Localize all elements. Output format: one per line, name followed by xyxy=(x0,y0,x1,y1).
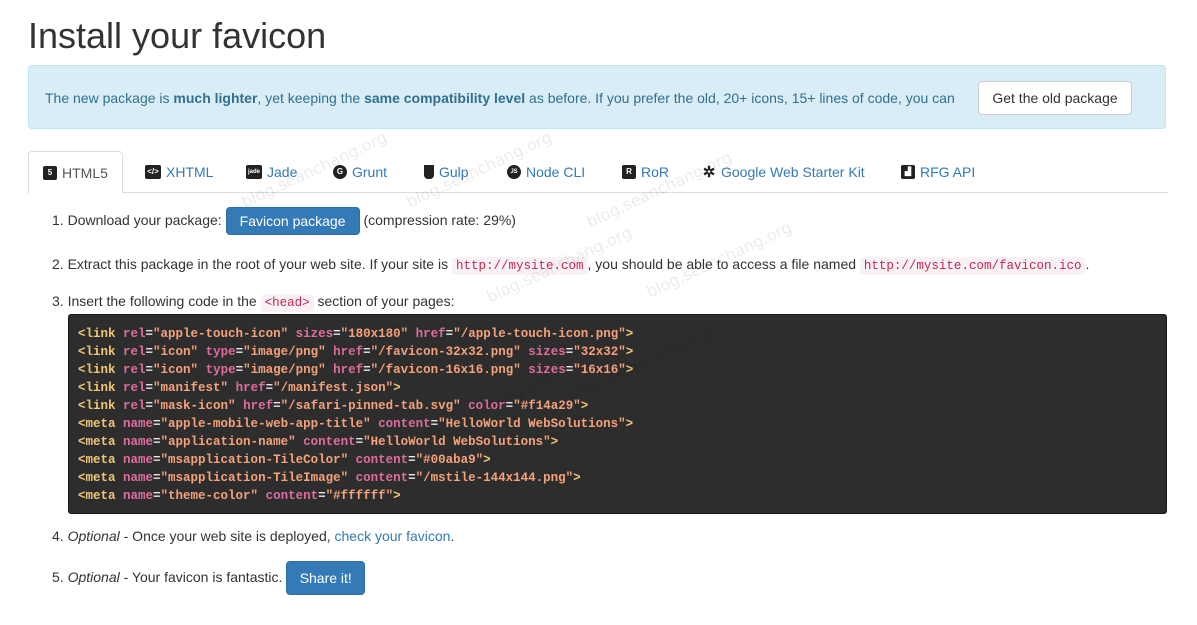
step-5: 5. Optional - Your favicon is fantastic.… xyxy=(52,560,366,596)
code-line: <meta name="msapplication-TileColor" con… xyxy=(78,453,491,467)
html5-icon: 5 xyxy=(43,165,57,180)
alert-message: The new package is much lighter, yet kee… xyxy=(45,90,955,106)
favicon-url-code: http://mysite.com/favicon.ico xyxy=(859,257,1086,275)
step-1: 1. Download your package: Favicon packag… xyxy=(52,206,516,236)
page-title: Install your favicon xyxy=(28,15,327,56)
code-snippet[interactable]: <link rel="apple-touch-icon" sizes="180x… xyxy=(68,314,1167,514)
tab-rfg-api[interactable]: ▟ RFG API xyxy=(901,151,975,193)
get-old-package-button[interactable]: Get the old package xyxy=(978,81,1132,115)
code-line: <link rel="icon" type="image/png" href="… xyxy=(78,345,634,359)
code-line: <meta name="application-name" content="H… xyxy=(78,435,559,449)
api-icon: ▟ xyxy=(901,165,915,179)
nodejs-icon: JS xyxy=(507,165,521,179)
platform-tabs: 5 HTML5 </> XHTML jade Jade G Grunt Gulp… xyxy=(28,151,1168,194)
share-button[interactable]: Share it! xyxy=(286,561,366,596)
tab-html5[interactable]: 5 HTML5 xyxy=(28,151,123,194)
code-line: <meta name="theme-color" content="#fffff… xyxy=(78,489,401,503)
xhtml-icon: </> xyxy=(145,165,161,179)
jade-icon: jade xyxy=(246,165,262,179)
head-tag-code: <head> xyxy=(260,294,314,312)
check-favicon-link[interactable]: check your favicon xyxy=(335,528,451,544)
code-line: <link rel="apple-touch-icon" sizes="180x… xyxy=(78,327,634,341)
step-3: 3. Insert the following code in the <hea… xyxy=(52,293,455,312)
step-4: 4. Optional - Once your web site is depl… xyxy=(52,528,455,544)
code-line: <meta name="apple-mobile-web-app-title" … xyxy=(78,417,634,431)
code-line: <meta name="msapplication-TileImage" con… xyxy=(78,471,581,485)
rails-icon: R xyxy=(622,165,636,179)
code-line: <link rel="mask-icon" href="/safari-pinn… xyxy=(78,399,589,413)
tab-xhtml[interactable]: </> XHTML xyxy=(145,151,213,193)
gulp-icon xyxy=(424,165,434,179)
info-alert: The new package is much lighter, yet kee… xyxy=(28,65,1166,129)
